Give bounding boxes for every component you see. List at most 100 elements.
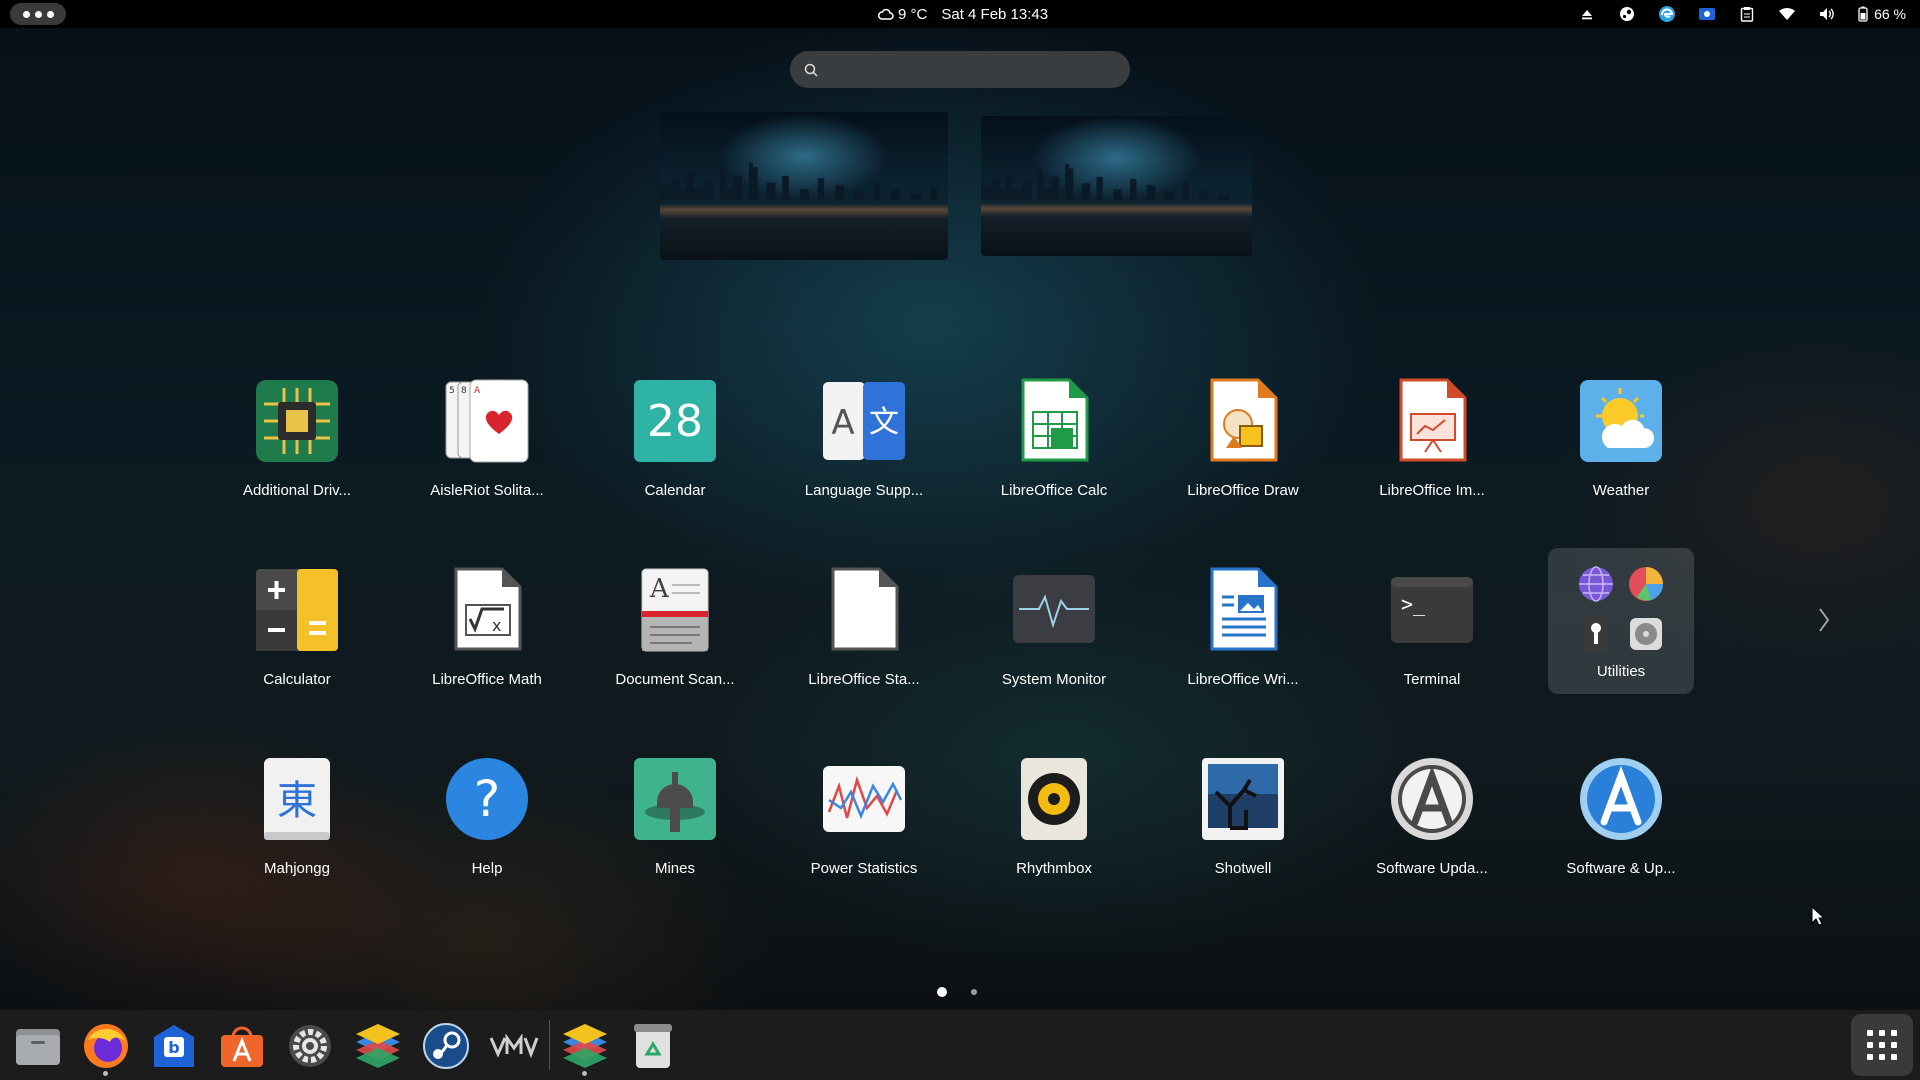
dock-layers-app[interactable] (352, 1020, 404, 1072)
svg-text:>_: >_ (1401, 592, 1426, 616)
city-skyline-image (660, 163, 938, 201)
app-power-statistics[interactable]: Power Statistics (779, 740, 949, 880)
app-label: Help (471, 860, 503, 877)
dock-layers-app-running[interactable] (559, 1020, 611, 1076)
app-shotwell[interactable]: Shotwell (1158, 740, 1328, 880)
battery-icon (1858, 6, 1868, 22)
dock-vm[interactable] (488, 1020, 540, 1072)
app-terminal[interactable]: >_ Terminal (1347, 551, 1517, 691)
volume-icon[interactable] (1818, 5, 1836, 23)
svg-text:8: 8 (461, 386, 467, 396)
search-icon (804, 63, 818, 77)
system-monitor-icon (1011, 567, 1097, 653)
app-rhythmbox[interactable]: Rhythmbox (969, 740, 1139, 880)
battery-indicator[interactable]: 66 % (1858, 6, 1906, 22)
app-calendar[interactable]: 28 Calendar (590, 362, 760, 502)
page-dot-1[interactable] (937, 987, 947, 997)
dock-bitwarden[interactable]: b (148, 1020, 200, 1072)
search-input[interactable] (828, 61, 1108, 78)
clipboard-icon[interactable] (1738, 5, 1756, 23)
passwords-keys-icon (1576, 614, 1616, 654)
steam-tray-icon[interactable] (1618, 5, 1636, 23)
rhythmbox-icon (1011, 756, 1097, 842)
draw-icon (1200, 378, 1286, 464)
app-software-updater[interactable]: Software Upda... (1347, 740, 1517, 880)
app-libreoffice-draw[interactable]: LibreOffice Draw (1158, 362, 1328, 502)
app-label: System Monitor (1001, 671, 1107, 688)
dock-files[interactable] (12, 1020, 64, 1072)
app-label: Additional Driv... (242, 482, 352, 499)
app-label: Calculator (263, 671, 331, 688)
folder-label: Utilities (1596, 663, 1646, 680)
network-globe-icon (1576, 564, 1616, 604)
app-label: LibreOffice Math (432, 671, 542, 688)
eject-icon[interactable] (1578, 5, 1596, 23)
edge-tray-icon[interactable] (1658, 5, 1676, 23)
page-dot-2[interactable] (971, 989, 977, 995)
folder-utilities[interactable]: Utilities (1548, 548, 1694, 694)
disk-usage-icon (1626, 564, 1666, 604)
app-label: Mines (654, 860, 695, 877)
dock-app-center[interactable] (216, 1020, 268, 1072)
app-additional-drivers[interactable]: Additional Driv... (212, 362, 382, 502)
app-label: LibreOffice Calc (1000, 482, 1108, 499)
app-libreoffice-calc[interactable]: LibreOffice Calc (969, 362, 1139, 502)
app-grid-icon (1867, 1030, 1897, 1060)
app-label: Language Supp... (804, 482, 924, 499)
calc-icon (1011, 378, 1097, 464)
shotwell-icon (1200, 756, 1286, 842)
workspace-thumbnail-2[interactable] (981, 116, 1252, 256)
app-label: Rhythmbox (1016, 860, 1092, 877)
svg-text:5: 5 (449, 386, 455, 396)
activities-button[interactable] (10, 3, 66, 25)
app-aisleriot-solitaire[interactable]: 58A AisleRiot Solita... (402, 362, 572, 502)
svg-text:b: b (168, 1038, 179, 1057)
app-libreoffice-math[interactable]: x LibreOffice Math (402, 551, 572, 691)
start-center-icon (821, 567, 907, 653)
app-language-support[interactable]: A文 Language Supp... (779, 362, 949, 502)
app-label: LibreOffice Sta... (808, 671, 920, 688)
weather-indicator[interactable]: 9 °C (878, 6, 927, 23)
dock-trash[interactable] (627, 1020, 679, 1072)
clock-datetime[interactable]: Sat 4 Feb 13:43 (941, 6, 1048, 23)
layers-icon (563, 1024, 607, 1068)
app-libreoffice-impress[interactable]: LibreOffice Im... (1347, 362, 1517, 502)
settings-gear-icon (289, 1025, 331, 1067)
svg-text:?: ? (474, 770, 501, 828)
top-bar: 9 °C Sat 4 Feb 13:43 66 % (0, 0, 1920, 28)
app-libreoffice-start-center[interactable]: LibreOffice Sta... (779, 551, 949, 691)
workspace-thumbnail-1[interactable] (660, 112, 948, 260)
wifi-icon[interactable] (1778, 5, 1796, 23)
help-icon: ? (444, 756, 530, 842)
app-weather[interactable]: Weather (1536, 362, 1706, 502)
app-mahjongg[interactable]: 東 Mahjongg (212, 740, 382, 880)
dock-settings[interactable] (284, 1020, 336, 1072)
show-apps-button[interactable] (1851, 1014, 1913, 1076)
scanner-icon: A (632, 567, 718, 653)
app-mines[interactable]: Mines (590, 740, 760, 880)
app-label: Software & Up... (1566, 860, 1676, 877)
app-label: LibreOffice Draw (1187, 482, 1299, 499)
writer-icon (1200, 567, 1286, 653)
app-system-monitor[interactable]: System Monitor (969, 551, 1139, 691)
chip-icon (254, 378, 340, 464)
software-updates-icon (1578, 756, 1664, 842)
next-page-arrow-icon[interactable] (1817, 607, 1831, 633)
search-bar[interactable] (790, 51, 1130, 88)
camera-tray-icon[interactable] (1698, 5, 1716, 23)
app-label: Calendar (644, 482, 706, 499)
weather-temp: 9 °C (898, 5, 928, 23)
dock-steam[interactable] (420, 1020, 472, 1072)
app-document-scanner[interactable]: A Document Scan... (590, 551, 760, 691)
language-icon: A文 (821, 378, 907, 464)
app-calculator[interactable]: Calculator (212, 551, 382, 691)
dock-firefox[interactable] (80, 1020, 132, 1076)
clock-area[interactable]: 9 °C Sat 4 Feb 13:43 (878, 0, 1048, 28)
bitwarden-icon: b (154, 1025, 194, 1067)
app-libreoffice-writer[interactable]: LibreOffice Wri... (1158, 551, 1328, 691)
app-software-and-updates[interactable]: Software & Up... (1536, 740, 1706, 880)
calendar-icon: 28 (632, 378, 718, 464)
mouse-cursor-icon (1811, 906, 1825, 926)
weather-icon (1578, 378, 1664, 464)
app-help[interactable]: ? Help (402, 740, 572, 880)
